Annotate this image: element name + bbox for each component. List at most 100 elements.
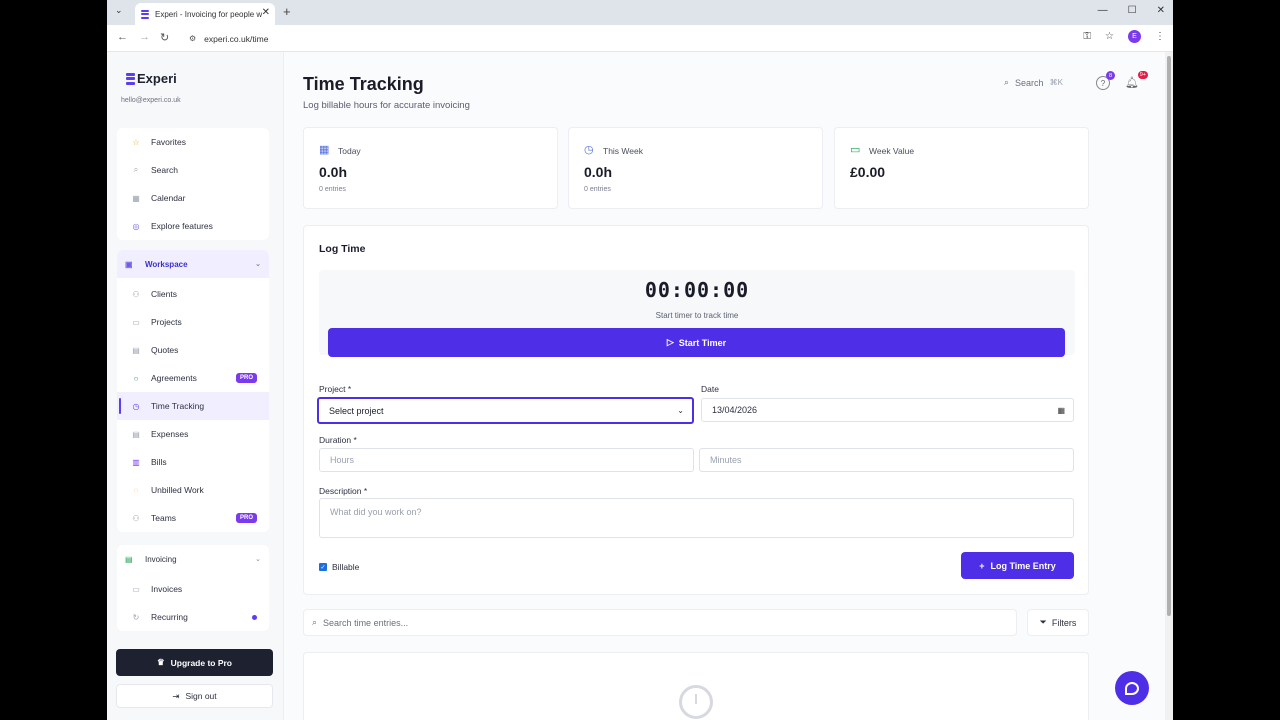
billable-checkbox[interactable]: ✓ Billable (319, 562, 359, 572)
page-title: Time Tracking (303, 74, 424, 94)
sidebar-item-invoices[interactable]: ▭ Invoices (117, 575, 269, 603)
sidebar-item-quotes[interactable]: ▤ Quotes (117, 336, 269, 364)
project-select-value: Select project (329, 405, 384, 416)
browser-tab[interactable]: Experi - Invoicing for people w ✕ (135, 3, 275, 25)
pro-badge: PRO (235, 513, 257, 523)
brand-logo[interactable]: Experi (126, 71, 177, 86)
description-label: Description * (319, 486, 368, 496)
address-bar[interactable]: ⚙ experi.co.uk/time (181, 29, 1081, 48)
sidebar-item-label: Recurring (151, 612, 188, 622)
tab-title: Experi - Invoicing for people w (155, 9, 263, 19)
duration-label: Duration * (319, 435, 357, 445)
time-entries-list (303, 652, 1089, 720)
sign-out-label: Sign out (185, 691, 217, 701)
bookmark-star-icon[interactable]: ☆ (1105, 31, 1114, 42)
filter-icon: ⏷ (1039, 617, 1047, 627)
entries-search-placeholder: Search time entries... (323, 617, 409, 628)
notification-bell-icon[interactable]: 🔔︎ 9+ (1125, 71, 1148, 89)
sidebar-item-recurring[interactable]: ↻ Recurring (117, 603, 269, 631)
reload-icon[interactable]: ↻ (160, 31, 169, 44)
sidebar-item-projects[interactable]: ▭ Projects (117, 308, 269, 336)
new-tab-icon[interactable]: + (283, 4, 291, 19)
sidebar-item-clients[interactable]: ⚇ Clients (117, 280, 269, 308)
alert-icon: ◌ (133, 485, 139, 495)
entries-search-input[interactable]: ⌕ Search time entries... (303, 609, 1017, 636)
workspace-section-toggle[interactable]: ▣ Workspace ⌄ (117, 250, 269, 278)
stat-sub: 0 entries (584, 186, 611, 193)
notification-badge: 9+ (1137, 71, 1148, 79)
start-timer-label: Start Timer (678, 337, 727, 348)
page-scrollbar[interactable] (1165, 52, 1173, 720)
profile-avatar[interactable]: E (1128, 30, 1141, 43)
minimize-icon[interactable]: — (1098, 5, 1108, 16)
sidebar-item-unbilled-work[interactable]: ◌ Unbilled Work (117, 476, 269, 504)
scrollbar-thumb[interactable] (1167, 56, 1171, 616)
folder-icon: ▭ (132, 317, 140, 327)
start-timer-button[interactable]: ▷ Start Timer (328, 328, 1065, 357)
sidebar-item-bills[interactable]: ▥ Bills (117, 448, 269, 476)
tab-search-icon[interactable]: ⌄ (115, 5, 123, 16)
hours-placeholder: Hours (330, 455, 355, 465)
sidebar-item-label: Favorites (151, 137, 186, 147)
key-icon[interactable]: ⚿ (1083, 31, 1091, 42)
close-tab-icon[interactable]: ✕ (262, 7, 270, 18)
sidebar-item-teams[interactable]: ⚇ Teams PRO (117, 504, 269, 532)
page-subtitle: Log billable hours for accurate invoicin… (303, 100, 470, 111)
sign-out-button[interactable]: ⇥ Sign out (116, 684, 273, 708)
chat-button[interactable] (1115, 671, 1149, 705)
checkbox-checked-icon[interactable]: ✓ (319, 563, 327, 571)
log-time-entry-button[interactable]: + Log Time Entry (961, 552, 1074, 579)
search-icon: ⌕ (312, 617, 318, 627)
project-select[interactable]: Select project ⌄ (317, 397, 694, 424)
compass-icon: ◎ (132, 221, 140, 231)
sidebar-item-label: Agreements (151, 373, 197, 383)
sidebar-item-expenses[interactable]: ▤ Expenses (117, 420, 269, 448)
forward-icon[interactable]: → (139, 31, 150, 43)
brand-name: Experi (137, 71, 177, 86)
document-icon: ▤ (132, 345, 140, 355)
url-text: experi.co.uk/time (204, 33, 269, 44)
log-time-entry-label: Log Time Entry (990, 560, 1056, 571)
billable-label: Billable (332, 562, 360, 572)
calendar-icon[interactable]: ▦ (1057, 406, 1065, 415)
stat-card-week-value: ▭ Week Value £0.00 (834, 127, 1089, 209)
empty-state-clock-icon (679, 685, 713, 719)
stat-value: 0.0h (319, 164, 348, 180)
maximize-icon[interactable]: ☐ (1128, 5, 1137, 16)
search-shortcut: ⌘K (1049, 78, 1063, 87)
date-input[interactable]: 13/04/2026 ▦ (701, 398, 1074, 422)
close-window-icon[interactable]: ✕ (1157, 5, 1165, 16)
sidebar-item-label: Teams (151, 513, 177, 523)
search-label: Search (1015, 77, 1044, 88)
upgrade-button[interactable]: ♛ Upgrade to Pro (116, 649, 273, 676)
sidebar-item-favorites[interactable]: ☆ Favorites (117, 128, 269, 156)
sidebar-item-calendar[interactable]: ▦ Calendar (117, 184, 269, 212)
sidebar-item-search[interactable]: ⌕ Search (117, 156, 269, 184)
sidebar-item-agreements[interactable]: ○ Agreements PRO (117, 364, 269, 392)
site-info-icon[interactable]: ⚙ (189, 34, 196, 43)
sidebar-item-time-tracking[interactable]: ◷ Time Tracking (117, 392, 269, 420)
global-search-button[interactable]: ⌕ Search ⌘K (1004, 77, 1063, 88)
description-textarea[interactable]: What did you work on? (319, 498, 1074, 538)
help-badge: 8 (1106, 71, 1115, 80)
back-icon[interactable]: ← (117, 31, 128, 43)
hours-input[interactable]: Hours (319, 448, 694, 472)
folder-icon: ▣ (125, 259, 133, 269)
clock-icon: ◷ (584, 144, 594, 156)
calendar-icon: ▦ (319, 144, 330, 156)
workspace-nav: ▣ Workspace ⌄ ⚇ Clients ▭ Projects ▤ Quotes… (117, 250, 269, 532)
invoice-icon: ▤ (125, 554, 133, 564)
minutes-input[interactable]: Minutes (699, 448, 1074, 472)
browser-toolbar: ← → ↻ ⚙ experi.co.uk/time ⚿ ☆ E ⋮ (107, 25, 1173, 52)
help-icon[interactable]: ? 8 (1096, 71, 1115, 90)
upgrade-label: Upgrade to Pro (170, 657, 233, 668)
log-time-card: Log Time 00:00:00 Start timer to track t… (303, 225, 1089, 595)
bill-icon: ▥ (132, 457, 140, 467)
menu-kebab-icon[interactable]: ⋮ (1155, 31, 1165, 42)
calendar-icon: ▦ (132, 193, 140, 203)
minutes-placeholder: Minutes (710, 455, 742, 465)
invoicing-section-toggle[interactable]: ▤ Invoicing ⌄ (117, 545, 269, 573)
sidebar-item-label: Quotes (151, 345, 179, 355)
sidebar-item-explore[interactable]: ◎ Explore features (117, 212, 269, 240)
filters-button[interactable]: ⏷ Filters (1027, 609, 1089, 636)
